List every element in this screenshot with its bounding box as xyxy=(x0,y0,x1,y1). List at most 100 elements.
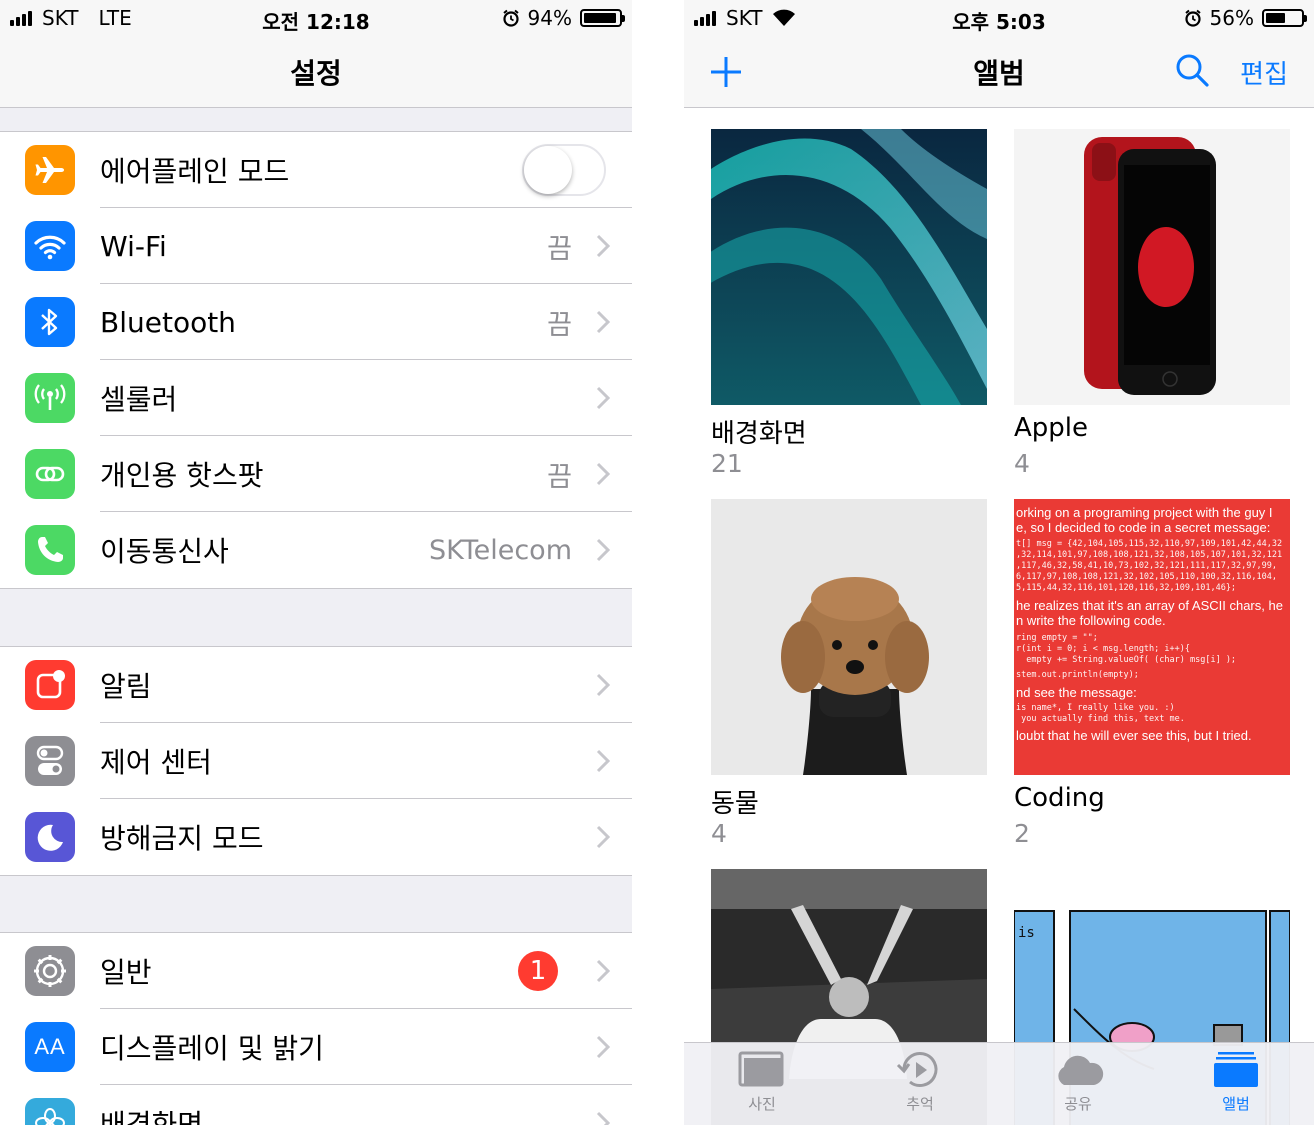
do-not-disturb-label: 방해금지 모드 xyxy=(100,822,264,855)
album-thumbnail xyxy=(1014,129,1290,405)
display-label: 디스플레이 및 밝기 xyxy=(100,1032,324,1065)
tab-shared-label: 공유 xyxy=(1064,1095,1092,1113)
hotspot-value: 끔 xyxy=(547,461,572,493)
settings-row-control-center[interactable]: 제어 센터 xyxy=(0,723,632,799)
general-label: 일반 xyxy=(100,956,152,989)
settings-row-bluetooth[interactable]: Bluetooth 끔 xyxy=(0,284,632,360)
settings-row-cellular[interactable]: 셀룰러 xyxy=(0,360,632,436)
battery-icon xyxy=(580,9,625,27)
album-count: 4 xyxy=(711,819,727,848)
battery-percent: 56% xyxy=(1209,6,1254,30)
album-thumbnail xyxy=(711,499,987,775)
control-center-label: 제어 센터 xyxy=(100,746,212,779)
tab-albums[interactable]: 앨범 xyxy=(1176,1049,1296,1114)
airplane-icon xyxy=(25,145,75,195)
edit-button[interactable]: 편집 xyxy=(1240,54,1288,91)
display-icon: AA xyxy=(25,1022,75,1072)
album-wallpapers[interactable]: 배경화면 21 xyxy=(711,129,987,478)
album-coding[interactable]: orking on a programing project with the … xyxy=(1014,499,1290,848)
coding-thumbnail-text: orking on a programing project with the … xyxy=(1016,505,1283,743)
tab-memories[interactable]: 추억 xyxy=(860,1049,980,1114)
settings-row-carrier[interactable]: 이동통신사 SKTelecom xyxy=(0,512,632,588)
album-thumbnail: orking on a programing project with the … xyxy=(1014,499,1290,775)
settings-row-hotspot[interactable]: 개인용 핫스팟 끔 xyxy=(0,436,632,512)
airplane-label: 에어플레인 모드 xyxy=(100,155,290,188)
memories-tab-icon xyxy=(896,1052,938,1087)
tab-memories-label: 추억 xyxy=(906,1095,934,1113)
cellular-label: 셀룰러 xyxy=(100,383,178,416)
settings-row-wallpaper[interactable]: 배경화면 xyxy=(0,1085,632,1125)
album-animals[interactable]: 동물 4 xyxy=(711,499,987,848)
bluetooth-icon xyxy=(25,297,75,347)
hotspot-icon xyxy=(25,449,75,499)
wallpaper-label: 배경화면 xyxy=(100,1108,204,1125)
page-title: 앨범 xyxy=(973,57,1025,90)
settings-screen: SKT LTE 오전 12:18 94% 설정 에어플레인 모드 Wi-Fi 끔 xyxy=(0,0,632,1125)
album-thumbnail xyxy=(711,129,987,405)
bluetooth-value: 끔 xyxy=(547,309,572,341)
album-name: 동물 xyxy=(711,789,759,819)
settings-row-do-not-disturb[interactable]: 방해금지 모드 xyxy=(0,799,632,875)
photos-albums-screen: SKT 오후 5:03 56% 앨범 편집 배경화면 21 Apple 4 동물… xyxy=(684,0,1314,1125)
chevron-right-icon xyxy=(596,386,610,410)
wifi-label: Wi-Fi xyxy=(100,229,167,263)
search-icon[interactable] xyxy=(1174,52,1210,88)
airplane-toggle[interactable] xyxy=(522,144,606,196)
chevron-right-icon xyxy=(596,825,610,849)
battery-percent: 94% xyxy=(527,6,572,30)
notifications-label: 알림 xyxy=(100,670,152,703)
chevron-right-icon xyxy=(596,462,610,486)
alarm-icon xyxy=(502,9,519,27)
chevron-right-icon xyxy=(596,959,610,983)
albums-tab-icon xyxy=(1214,1052,1258,1087)
settings-row-airplane[interactable]: 에어플레인 모드 xyxy=(0,132,632,208)
phone-icon xyxy=(25,525,75,575)
tab-bar: 사진 추억 공유 앨범 xyxy=(684,1042,1314,1125)
carrier-value: SKTelecom xyxy=(428,534,572,566)
settings-group-general: 일반 1 AA 디스플레이 및 밝기 배경화면 xyxy=(0,932,632,1125)
update-badge: 1 xyxy=(518,951,558,991)
wifi-value: 끔 xyxy=(547,233,572,265)
hotspot-label: 개인용 핫스팟 xyxy=(100,459,264,492)
settings-nav-bar: 설정 xyxy=(0,36,632,108)
settings-row-display[interactable]: AA 디스플레이 및 밝기 xyxy=(0,1009,632,1085)
shared-tab-icon xyxy=(1058,1055,1104,1085)
chevron-right-icon xyxy=(596,1035,610,1059)
album-name: 배경화면 xyxy=(711,419,807,449)
gear-icon xyxy=(25,946,75,996)
album-apple[interactable]: Apple 4 xyxy=(1014,129,1290,478)
alarm-icon xyxy=(1184,9,1201,27)
notifications-icon xyxy=(25,660,75,710)
photos-tab-icon xyxy=(738,1051,784,1087)
settings-group-notifications: 알림 제어 센터 방해금지 모드 xyxy=(0,646,632,876)
album-name: Coding xyxy=(1014,783,1105,813)
bluetooth-label: Bluetooth xyxy=(100,305,236,339)
chevron-right-icon xyxy=(596,310,610,334)
chevron-right-icon xyxy=(596,673,610,697)
album-count: 21 xyxy=(711,449,743,478)
status-bar: SKT 오후 5:03 56% xyxy=(684,0,1314,36)
wifi-icon xyxy=(25,221,75,271)
settings-row-general[interactable]: 일반 1 xyxy=(0,933,632,1009)
tab-albums-label: 앨범 xyxy=(1222,1095,1250,1113)
tab-photos[interactable]: 사진 xyxy=(702,1049,822,1114)
albums-nav-bar: 앨범 편집 xyxy=(684,36,1314,108)
album-name: Apple xyxy=(1014,413,1089,443)
page-title: 설정 xyxy=(290,57,342,90)
control-center-icon xyxy=(25,736,75,786)
settings-group-connectivity: 에어플레인 모드 Wi-Fi 끔 Bluetooth 끔 셀룰러 개인용 핫스팟… xyxy=(0,131,632,589)
chevron-right-icon xyxy=(596,538,610,562)
wallpaper-icon xyxy=(25,1098,75,1125)
carrier-row-label: 이동통신사 xyxy=(100,535,229,568)
settings-row-wifi[interactable]: Wi-Fi 끔 xyxy=(0,208,632,284)
tab-photos-label: 사진 xyxy=(748,1095,776,1113)
cellular-icon xyxy=(25,373,75,423)
status-bar: SKT LTE 오전 12:18 94% xyxy=(0,0,632,36)
battery-icon xyxy=(1262,9,1307,27)
svg-text:is: is xyxy=(1018,925,1035,941)
chevron-right-icon xyxy=(596,234,610,258)
settings-row-notifications[interactable]: 알림 xyxy=(0,647,632,723)
tab-shared[interactable]: 공유 xyxy=(1018,1049,1138,1114)
album-count: 2 xyxy=(1014,819,1030,848)
chevron-right-icon xyxy=(596,749,610,773)
